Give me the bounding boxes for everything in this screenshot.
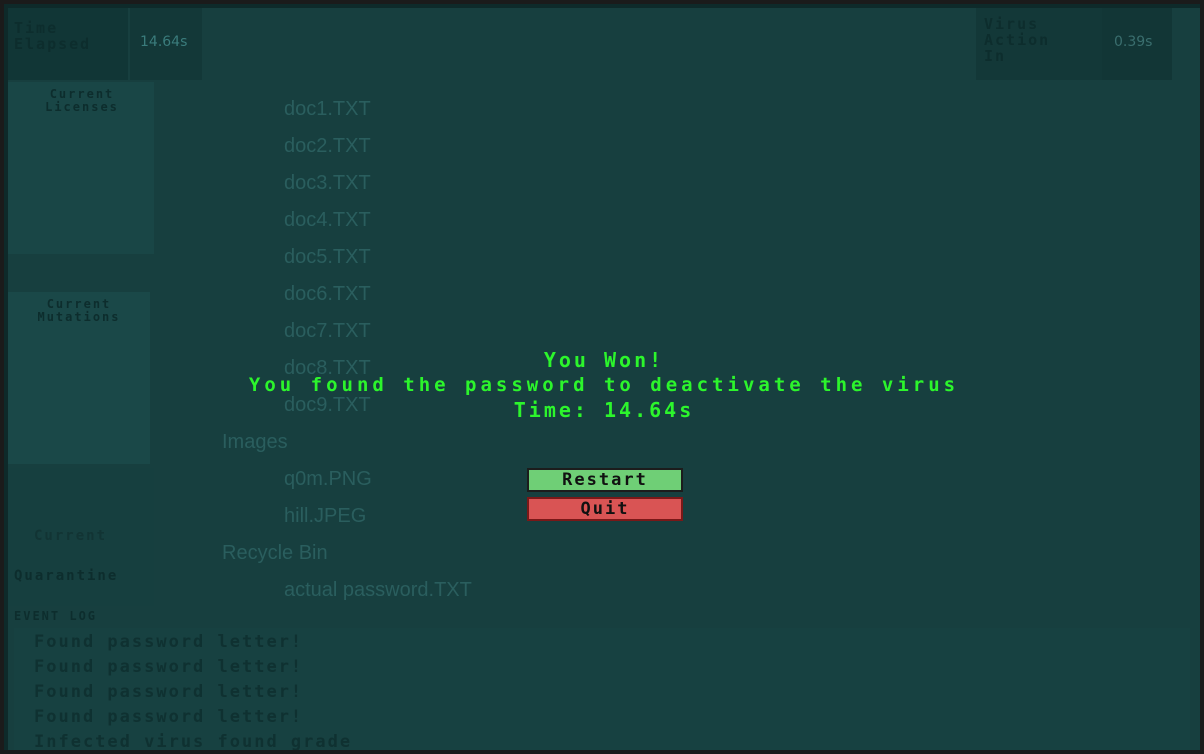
file-tree: doc1.TXT doc2.TXT doc3.TXT doc4.TXT doc5…: [158, 82, 962, 606]
win-time: Time: 14.64s: [513, 398, 695, 422]
log-line: Infected virus found grade: [34, 732, 353, 750]
virus-action-label: Virus Action In: [984, 15, 1051, 65]
file-item[interactable]: doc7.TXT: [284, 320, 371, 343]
mutations-label: Current Mutations: [37, 297, 121, 324]
file-item[interactable]: doc4.TXT: [284, 209, 371, 232]
file-item[interactable]: doc3.TXT: [284, 172, 371, 195]
quarantine-panel: Current Quarantine: [8, 468, 154, 606]
file-item[interactable]: doc6.TXT: [284, 283, 371, 306]
virus-action-value-panel: 0.39s: [1102, 8, 1172, 80]
quit-button[interactable]: Quit: [527, 497, 683, 521]
quarantine-label: Quarantine: [14, 568, 119, 584]
win-message: You found the password to deactivate the…: [248, 374, 960, 396]
time-elapsed-value-panel: 14.64s: [130, 8, 202, 80]
time-elapsed-label: Time Elapsed: [14, 19, 92, 53]
game-canvas: Time Elapsed 14.64s Virus Action In 0.39…: [8, 8, 1200, 750]
time-elapsed-value: 14.64s: [140, 34, 188, 50]
quarantine-label-top: Current: [34, 528, 108, 544]
log-line: Found password letter!: [34, 682, 304, 702]
licenses-label: Current Licenses: [45, 87, 119, 114]
restart-button[interactable]: Restart: [527, 468, 683, 492]
win-title: You Won!: [543, 348, 665, 372]
log-line: Found password letter!: [34, 707, 304, 727]
licenses-panel: Current Licenses: [8, 82, 154, 254]
file-item[interactable]: actual password.TXT: [284, 579, 472, 602]
file-item[interactable]: q0m.PNG: [284, 468, 372, 491]
file-item[interactable]: hill.JPEG: [284, 505, 366, 528]
folder-item[interactable]: Recycle Bin: [222, 542, 328, 565]
virus-action-panel: Virus Action In: [976, 8, 1102, 80]
game-window: Time Elapsed 14.64s Virus Action In 0.39…: [0, 0, 1204, 754]
time-elapsed-panel: Time Elapsed: [8, 8, 128, 80]
event-log-title: EVENT LOG: [14, 609, 98, 623]
folder-item[interactable]: Images: [222, 431, 288, 454]
log-line: Found password letter!: [34, 657, 304, 677]
virus-action-value: 0.39s: [1114, 34, 1153, 50]
log-line: Found password letter!: [34, 632, 304, 652]
file-item[interactable]: doc1.TXT: [284, 98, 371, 121]
event-log: Found password letter! Found password le…: [14, 628, 1190, 750]
file-item[interactable]: doc5.TXT: [284, 246, 371, 269]
file-item[interactable]: doc2.TXT: [284, 135, 371, 158]
